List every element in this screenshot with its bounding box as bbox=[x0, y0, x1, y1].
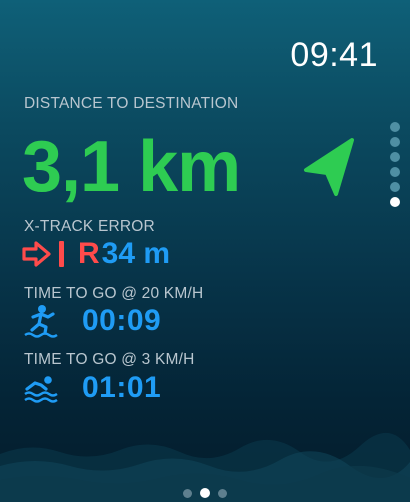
xtrack-side: R bbox=[78, 237, 100, 270]
distance-label: DISTANCE TO DESTINATION bbox=[24, 95, 239, 112]
right-arrow-to-line-icon bbox=[22, 241, 51, 267]
swimming-icon bbox=[24, 376, 58, 403]
page-dot-active[interactable] bbox=[390, 197, 400, 207]
xtrack-track-line bbox=[59, 241, 64, 267]
status-time: 09:41 bbox=[290, 36, 378, 74]
ttg-slow-value: 01:01 bbox=[82, 371, 162, 404]
surfing-icon bbox=[24, 305, 58, 338]
page-dot[interactable] bbox=[390, 167, 400, 177]
horizontal-page-indicator[interactable] bbox=[0, 488, 410, 498]
xtrack-value: 34 m bbox=[101, 237, 171, 270]
xtrack-row: R 34 m bbox=[22, 235, 170, 273]
distance-value: 3,1 km bbox=[22, 127, 241, 207]
page-dot[interactable] bbox=[218, 488, 227, 498]
ttg-fast-value: 00:09 bbox=[82, 304, 162, 337]
ttg-slow-label: TIME TO GO @ 3 KM/H bbox=[24, 351, 195, 368]
ttg-fast-row: 00:09 bbox=[24, 303, 161, 339]
page-dot-active[interactable] bbox=[200, 488, 210, 498]
xtrack-label: X-TRACK ERROR bbox=[24, 218, 155, 235]
page-dot[interactable] bbox=[390, 152, 400, 162]
ttg-fast-label: TIME TO GO @ 20 KM/H bbox=[24, 285, 204, 302]
navigation-arrow-icon bbox=[304, 138, 354, 196]
page-dot[interactable] bbox=[390, 182, 400, 192]
page-dot[interactable] bbox=[183, 488, 192, 498]
vertical-page-indicator[interactable] bbox=[390, 122, 402, 212]
ttg-slow-row: 01:01 bbox=[24, 370, 161, 406]
page-dot[interactable] bbox=[390, 137, 400, 147]
page-dot[interactable] bbox=[390, 122, 400, 132]
